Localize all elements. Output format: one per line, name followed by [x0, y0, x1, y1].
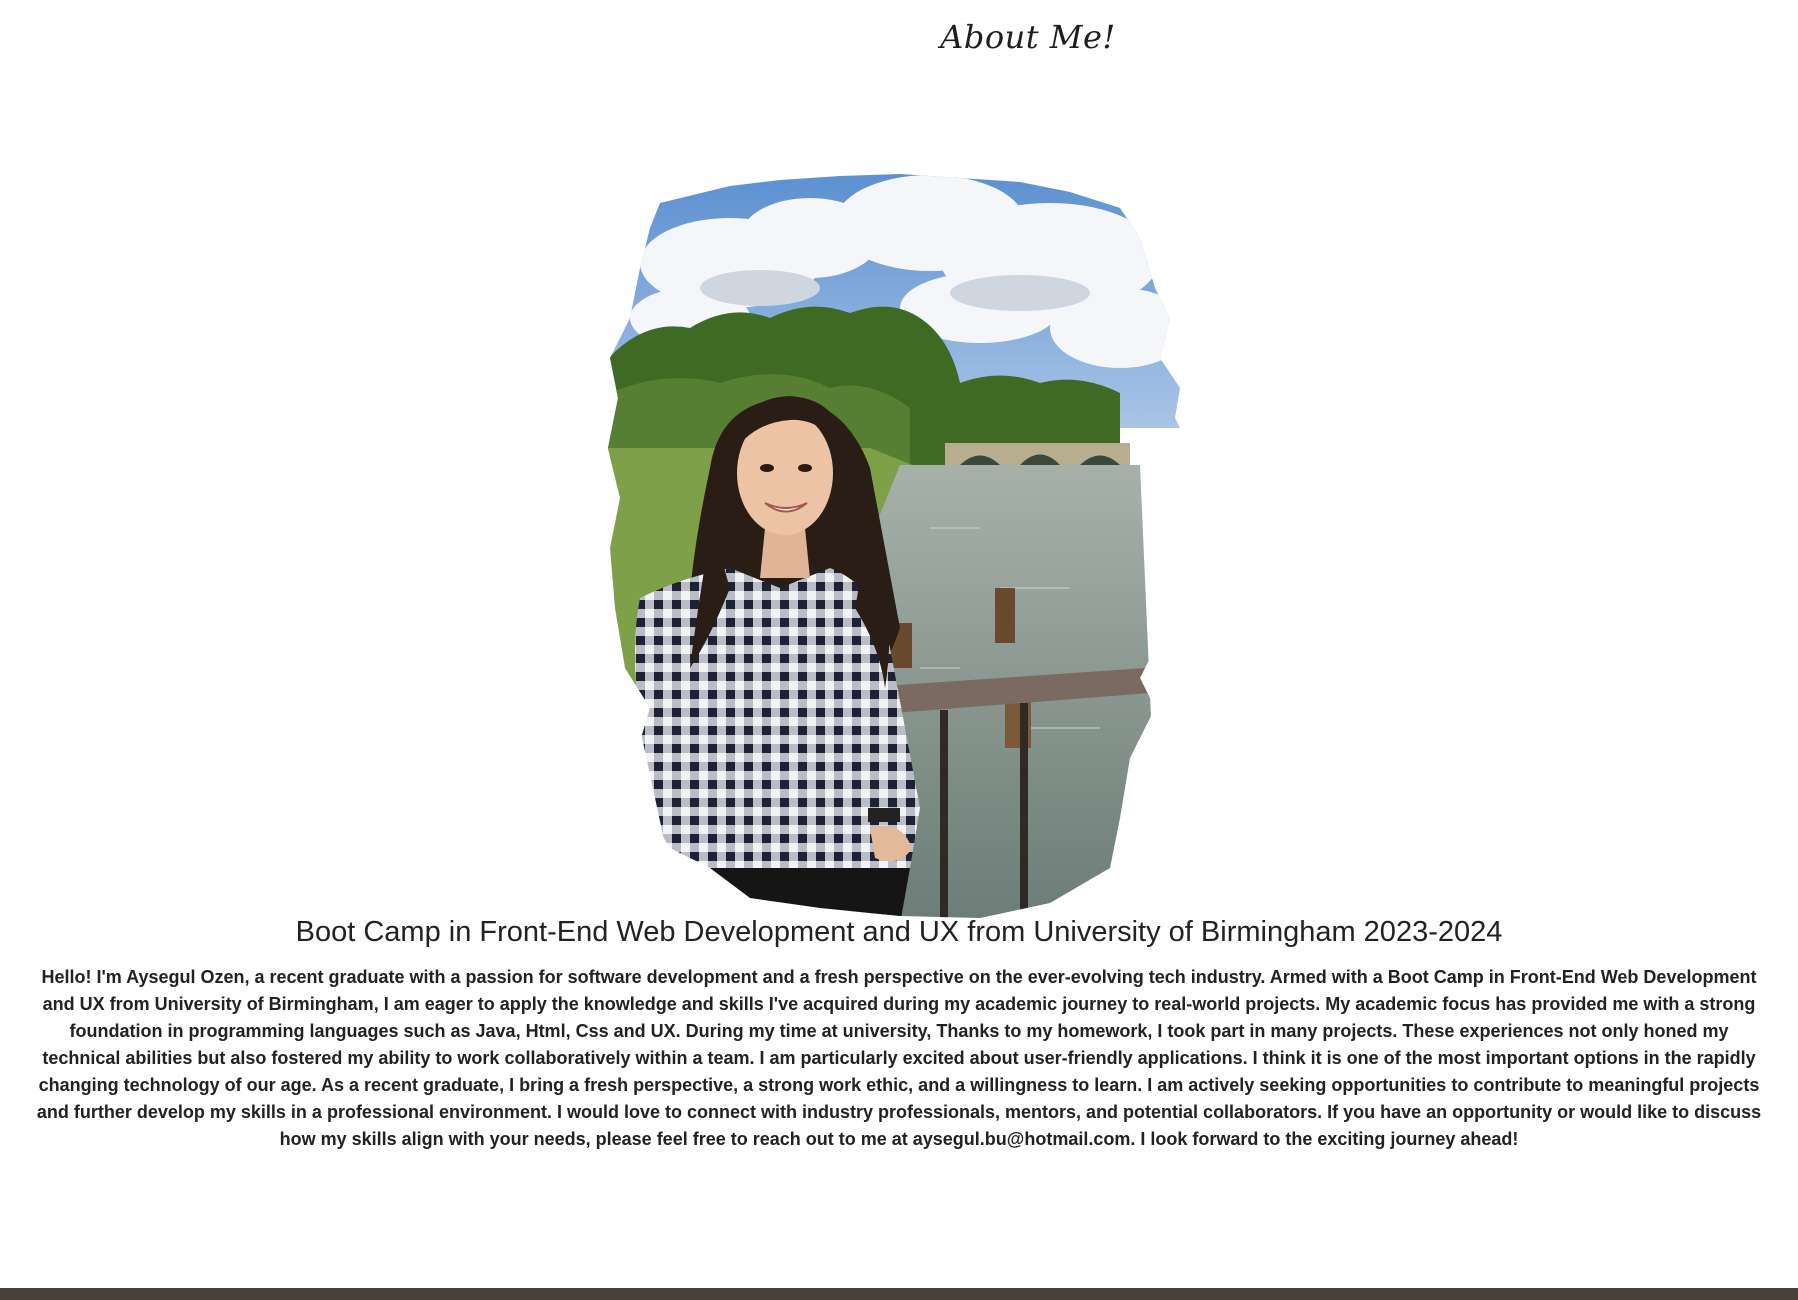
profile-photo-illustration [608, 174, 1200, 918]
profile-photo [600, 168, 1210, 924]
profile-headline: Boot Camp in Front-End Web Development a… [295, 916, 1503, 948]
profile-bio: Hello! I'm Aysegul Ozen, a recent gradua… [36, 967, 1762, 1149]
page-title: About Me! [940, 18, 1116, 56]
about-page: About Me! Boot Camp in Front-End Web Dev… [0, 0, 1798, 1300]
footer-bar [0, 1288, 1798, 1300]
